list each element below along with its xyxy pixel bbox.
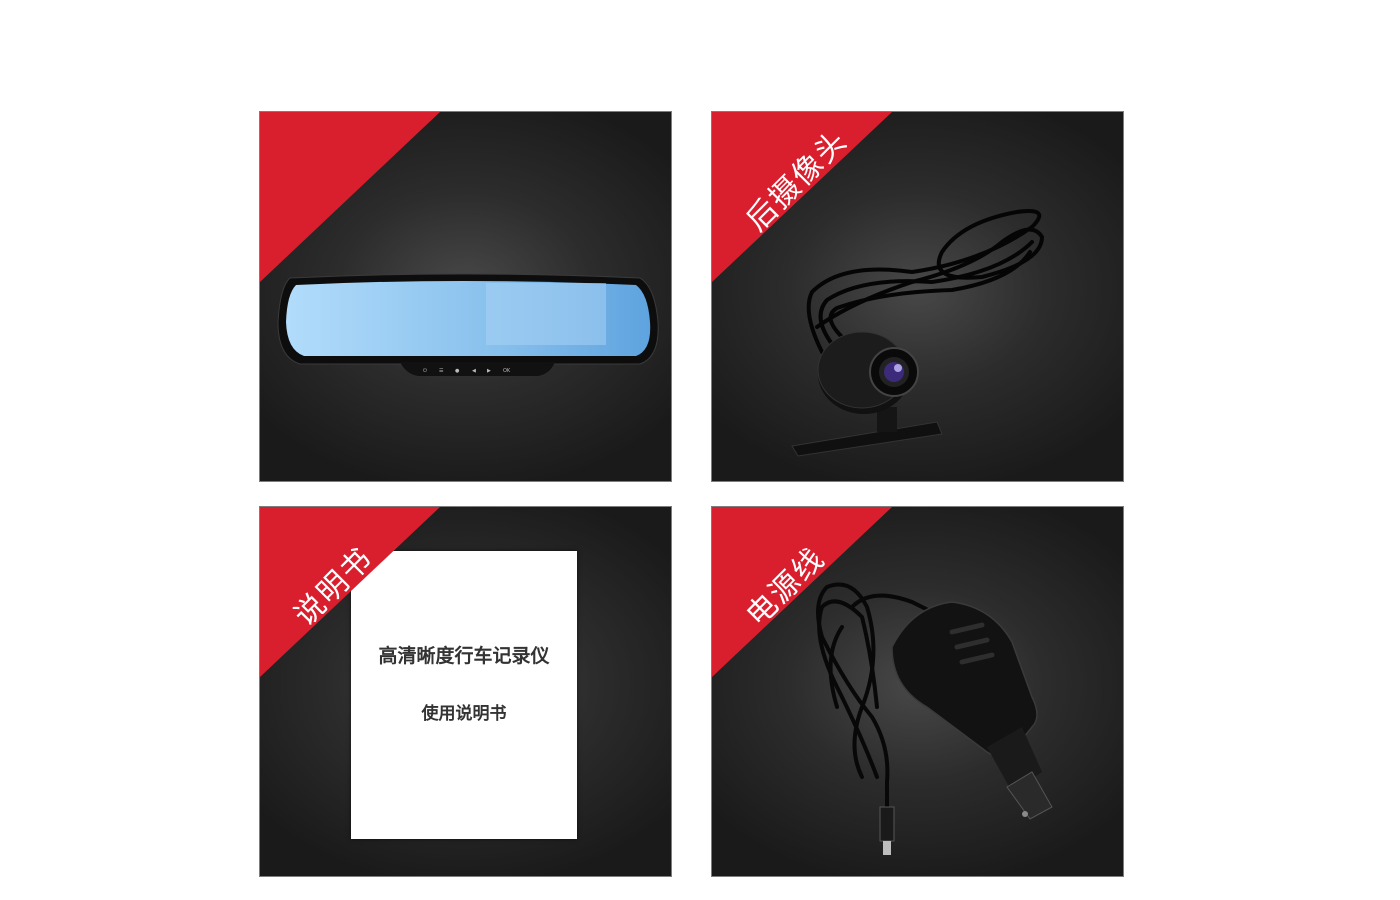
manual-document: 高清晰度行车记录仪 使用说明书 bbox=[351, 551, 577, 839]
manual-title: 高清晰度行车记录仪 bbox=[378, 645, 550, 667]
button-label: ⏻ bbox=[423, 368, 427, 374]
button-label: OK bbox=[503, 368, 511, 374]
button-label: ☰ bbox=[439, 368, 444, 374]
rear-camera-image bbox=[791, 209, 1045, 457]
manual-subtitle: 使用说明书 bbox=[421, 704, 507, 724]
mirror-dvr-tile: ⏻ ☰ ● ◀ ▶ OK bbox=[259, 111, 672, 482]
button-label: ▶ bbox=[487, 368, 491, 374]
button-label: ◀ bbox=[472, 368, 476, 374]
rear-camera-tile: 后摄像头 bbox=[711, 111, 1124, 482]
manual-tile: 高清晰度行车记录仪 使用说明书 说明书 bbox=[259, 506, 672, 877]
button-label: ● bbox=[455, 368, 460, 374]
mirror-dvr-image: ⏻ ☰ ● ◀ ▶ OK bbox=[277, 273, 659, 376]
power-cable-image bbox=[816, 582, 1053, 855]
power-cable-tile: 电源线 bbox=[711, 506, 1124, 877]
